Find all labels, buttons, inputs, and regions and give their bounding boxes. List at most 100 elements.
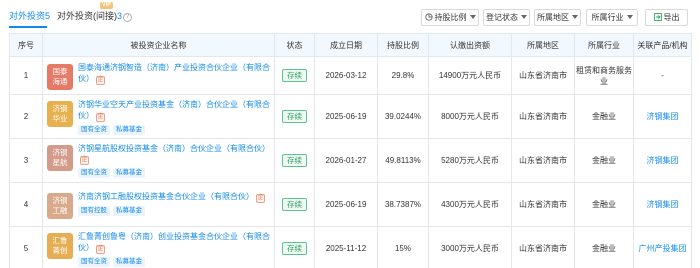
company-name-link[interactable]: 国泰海通济钢智造（济南）产业投资合伙企业（有限合伙） (78, 63, 270, 83)
investment-table: 序号 被投资企业名称 状态 成立日期 持股比例 认缴出资额 所属地区 所属行业 … (9, 33, 692, 268)
related-org-link[interactable]: 济钢集团 (647, 200, 679, 209)
header-region: 所属地区 (511, 33, 575, 57)
company-logo[interactable]: 国泰海通 (47, 63, 73, 90)
industry-filter-button[interactable]: 所属行业 (586, 9, 638, 26)
company-logo[interactable]: 汇鲁菁创 (47, 232, 73, 259)
related-org-link[interactable]: - (661, 71, 664, 80)
ratio-filter-label: 持股比例 (434, 13, 467, 22)
export-button[interactable]: 导出 (645, 9, 688, 26)
region-filter-label: 所属地区 (537, 13, 569, 22)
company-cell: 济钢华业 济钢华业空天产业投资基金（济南）合伙企业（有限合伙）企 国有全资 私募基… (42, 94, 275, 139)
status-badge: 存续 (282, 110, 307, 123)
header-index: 序号 (9, 33, 43, 57)
company-tags: 国有全资 私募基金 (78, 124, 270, 135)
chevron-down-icon (572, 15, 578, 19)
status-cell: 存续 (274, 182, 315, 227)
related-org-link[interactable]: 济钢集团 (647, 156, 679, 165)
region-cell: 山东省济南市 (511, 138, 575, 183)
company-tags: 国有全资 私募基金 (78, 167, 270, 178)
industry-filter-label: 所属行业 (591, 13, 624, 22)
ratio-cell: 39.0244% (377, 94, 429, 139)
row-index: 5 (9, 226, 43, 268)
related-cell: - (633, 56, 692, 95)
industry-cell: 金融业 (574, 226, 634, 268)
status-filter-button[interactable]: 登记状态 (483, 9, 530, 26)
company-logo[interactable]: 济钢华业 (47, 100, 73, 127)
company-name-link[interactable]: 济钢华业空天产业投资基金（济南）合伙企业（有限合伙） (78, 100, 270, 120)
ratio-filter-button[interactable]: 持股比例 (421, 9, 479, 26)
table-row: 3 济钢星航 济钢星航股权投资基金（济南）合伙企业（有限合伙） 企 国有全资 私募基… (9, 138, 692, 183)
ratio-icon (424, 11, 433, 26)
company-badge-icon[interactable]: 企 (96, 112, 105, 122)
company-tag: 私募基金 (113, 124, 145, 135)
export-icon (653, 11, 662, 26)
company-logo[interactable]: 济钢工融 (47, 192, 73, 219)
region-cell: 山东省济南市 (511, 226, 575, 268)
tab-indirect-investment[interactable]: 对外投资(间接)3? (57, 10, 133, 22)
region-cell: 山东省济南市 (511, 56, 575, 95)
company-tag: 私募基金 (113, 168, 145, 178)
company-name-link[interactable]: 汇鲁菁创鲁粤（济南）创业投资基金合伙企业（有限合伙） (78, 232, 270, 252)
row-index: 3 (9, 138, 43, 183)
company-name-link[interactable]: 济南济钢工融股权投资基金合伙企业（有限合伙） (78, 192, 254, 201)
capital-cell: 14900万元人民币 (428, 56, 512, 95)
related-cell: 济钢集团 (633, 94, 692, 139)
company-tag: 国有全资 (78, 256, 110, 267)
export-label: 导出 (663, 13, 680, 22)
ratio-cell: 29.8% (377, 56, 429, 95)
header-related: 关联产品/机构 (633, 33, 692, 57)
active-tab-indicator (9, 26, 47, 28)
region-cell: 山东省济南市 (511, 182, 575, 227)
company-tag: 国有全资 (78, 124, 110, 135)
status-cell: 存续 (274, 94, 315, 139)
header-ratio[interactable]: 持股比例 (377, 33, 429, 57)
industry-cell: 金融业 (574, 182, 634, 227)
header-industry: 所属行业 (574, 33, 634, 57)
ratio-cell: 49.8113% (377, 138, 429, 183)
related-org-link[interactable]: 广州产投集团 (639, 244, 687, 253)
tab-direct-count: 5 (45, 11, 51, 21)
status-cell: 存续 (274, 138, 315, 183)
status-badge: 存续 (282, 242, 307, 255)
company-tag: 私募基金 (113, 205, 145, 216)
tab-indirect-count: 3 (117, 11, 123, 21)
date-cell: 2026-01-27 (314, 138, 378, 183)
chevron-down-icon (626, 15, 633, 19)
company-badge-icon[interactable]: 企 (256, 193, 265, 203)
tab-direct-investment[interactable]: 对外投资5 (9, 10, 50, 22)
company-tag: 私募基金 (113, 256, 145, 267)
region-filter-button[interactable]: 所属地区 (534, 9, 581, 26)
company-tag: 国有全资 (78, 168, 110, 178)
related-cell: 济钢集团 (633, 182, 692, 227)
company-badge-icon[interactable]: 企 (80, 156, 89, 165)
industry-cell: 金融业 (574, 138, 634, 183)
table-body: 1 国泰海通 国泰海通济钢智造（济南）产业投资合伙企业（有限合伙）企 存续 20… (9, 56, 692, 268)
status-badge: 存续 (282, 198, 307, 211)
header-capital[interactable]: 认缴出资额 (428, 33, 512, 57)
related-org-link[interactable]: 济钢集团 (647, 112, 679, 121)
company-name-link[interactable]: 济钢星航股权投资基金（济南）合伙企业（有限合伙） (78, 144, 270, 153)
company-badge-icon[interactable]: 企 (96, 244, 105, 254)
related-cell: 广州产投集团 (633, 226, 692, 268)
status-badge: 存续 (282, 69, 307, 82)
company-tag: 国有控股 (78, 205, 110, 216)
header-status: 状态 (274, 33, 315, 57)
date-cell: 2026-03-12 (314, 56, 378, 95)
company-badge-icon[interactable]: 企 (96, 75, 105, 85)
company-tags: 国有控股 私募基金 (78, 205, 270, 216)
tab-indirect-label: 对外投资(间接) (57, 11, 117, 21)
status-cell: 存续 (274, 226, 315, 268)
help-icon[interactable]: ? (123, 13, 133, 22)
related-cell: 济钢集团 (633, 138, 692, 183)
table-row: 2 济钢华业 济钢华业空天产业投资基金（济南）合伙企业（有限合伙）企 国有全资私… (9, 94, 692, 139)
date-cell: 2025-06-19 (314, 94, 378, 139)
header-date[interactable]: 成立日期 (314, 33, 378, 57)
vip-badge: VIP (100, 2, 113, 9)
company-cell: 济钢工融 济南济钢工融股权投资基金合伙企业（有限合伙）企 国有控股 私募基金 (42, 182, 275, 227)
row-index: 4 (9, 182, 43, 227)
date-cell: 2025-11-12 (314, 226, 378, 268)
top-bar: 对外投资5 对外投资(间接)3? VIP 持股比例 登记状态 所属地区 所属行业… (0, 0, 700, 33)
capital-cell: 3000万元人民币 (428, 226, 512, 268)
table-row: 1 国泰海通 国泰海通济钢智造（济南）产业投资合伙企业（有限合伙）企 存续 20… (9, 56, 692, 95)
company-logo[interactable]: 济钢星航 (47, 145, 73, 171)
